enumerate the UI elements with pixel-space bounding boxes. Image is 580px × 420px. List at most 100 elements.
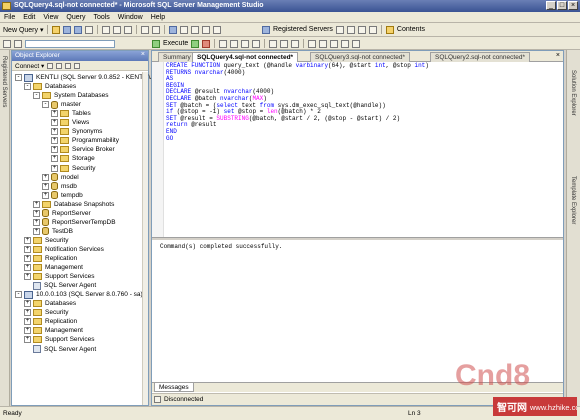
- expand-icon[interactable]: +: [42, 182, 49, 190]
- close-document-icon[interactable]: ×: [556, 52, 560, 59]
- tree-scrollbar[interactable]: [142, 72, 148, 405]
- tree-node[interactable]: + Security: [24, 308, 68, 317]
- cut-icon[interactable]: [102, 25, 111, 34]
- tree-node[interactable]: + Support Services: [24, 272, 95, 281]
- tree-node[interactable]: + Databases: [24, 299, 76, 308]
- expand-icon[interactable]: +: [42, 173, 49, 181]
- expand-icon[interactable]: +: [24, 245, 31, 253]
- tree-node[interactable]: - System Databases: [33, 91, 109, 100]
- menu-query[interactable]: Query: [62, 12, 89, 21]
- tree-node[interactable]: + Storage: [51, 154, 95, 163]
- display-plan-icon[interactable]: [219, 39, 228, 48]
- collapse-icon[interactable]: -: [33, 92, 40, 100]
- template-explorer-tab[interactable]: Template Explorer: [570, 176, 576, 224]
- tree-node[interactable]: + Security: [24, 236, 68, 245]
- expand-icon[interactable]: +: [24, 309, 31, 317]
- comment-icon[interactable]: [308, 39, 317, 48]
- tree-node[interactable]: SQL Server Agent: [24, 345, 96, 354]
- expand-icon[interactable]: +: [24, 255, 31, 262]
- tab-messages[interactable]: Messages: [154, 383, 194, 392]
- expand-icon[interactable]: +: [24, 336, 31, 344]
- expand-icon[interactable]: +: [24, 327, 31, 335]
- expand-icon[interactable]: +: [51, 155, 58, 163]
- sql-code-editor[interactable]: CREATE FUNCTION query_text (@handle varb…: [166, 62, 556, 233]
- tree-node[interactable]: + Management: [24, 326, 83, 335]
- results-to-text-icon[interactable]: [269, 39, 278, 48]
- change-connection-icon[interactable]: [14, 39, 22, 48]
- tree-node[interactable]: + Security: [51, 164, 95, 173]
- expand-icon[interactable]: +: [51, 119, 58, 127]
- collapse-icon[interactable]: -: [42, 101, 49, 109]
- tab-sqlquery3[interactable]: SQLQuery3.sql-not connected*: [310, 52, 410, 62]
- menu-edit[interactable]: Edit: [19, 12, 39, 21]
- options-icon[interactable]: [357, 25, 366, 34]
- template-icon[interactable]: [202, 25, 211, 34]
- maximize-button[interactable]: □: [557, 1, 567, 10]
- tree-node[interactable]: - 10.0.0.103 (SQL Server 8.0.760 - sa): [15, 290, 143, 299]
- expand-icon[interactable]: +: [33, 200, 40, 208]
- print-icon[interactable]: [85, 25, 94, 34]
- tree-node[interactable]: + Notification Services: [24, 245, 104, 254]
- tree-node[interactable]: + Database Snapshots: [33, 200, 114, 209]
- stop-icon[interactable]: [56, 62, 63, 69]
- object-explorer-icon[interactable]: [180, 25, 189, 34]
- connect-icon[interactable]: [3, 39, 11, 48]
- open-icon[interactable]: [52, 25, 61, 34]
- results-to-file-icon[interactable]: [291, 39, 300, 48]
- expand-icon[interactable]: +: [33, 227, 40, 235]
- registered-servers-tab[interactable]: Registered Servers: [1, 56, 7, 107]
- save-icon[interactable]: [63, 25, 72, 34]
- list-icon[interactable]: [368, 25, 377, 34]
- tree-node[interactable]: + Views: [51, 118, 89, 127]
- toolbox-icon[interactable]: [213, 25, 222, 34]
- expand-icon[interactable]: +: [51, 164, 58, 172]
- expand-icon[interactable]: +: [51, 128, 58, 136]
- tree-node[interactable]: + Programmability: [51, 136, 119, 145]
- tree-node[interactable]: + Management: [24, 263, 83, 272]
- paste-icon[interactable]: [124, 25, 133, 34]
- close-button[interactable]: ×: [568, 1, 578, 10]
- filter-icon[interactable]: [65, 62, 72, 69]
- undo-icon[interactable]: [141, 25, 150, 34]
- disconnect-icon[interactable]: [47, 62, 54, 69]
- tree-node[interactable]: + model: [42, 173, 79, 182]
- tree-node[interactable]: - master: [42, 100, 81, 109]
- tree-node[interactable]: + tempdb: [42, 191, 83, 200]
- increase-indent-icon[interactable]: [341, 39, 350, 48]
- solution-explorer-tab[interactable]: Solution Explorer: [570, 70, 576, 116]
- expand-icon[interactable]: +: [33, 218, 40, 226]
- tree-node[interactable]: + Tables: [51, 109, 91, 118]
- copy-icon[interactable]: [113, 25, 122, 34]
- uncomment-icon[interactable]: [319, 39, 328, 48]
- client-stats-icon[interactable]: [252, 39, 261, 48]
- new-query-button[interactable]: New Query ▾: [3, 26, 43, 34]
- expand-icon[interactable]: +: [24, 236, 31, 244]
- expand-icon[interactable]: +: [24, 273, 31, 281]
- include-plan-icon[interactable]: [241, 39, 250, 48]
- save-all-icon[interactable]: [74, 25, 83, 34]
- expand-icon[interactable]: +: [24, 300, 31, 308]
- menu-help[interactable]: Help: [147, 12, 169, 21]
- tab-summary[interactable]: Summary: [158, 52, 196, 62]
- expand-icon[interactable]: +: [24, 264, 31, 272]
- minimize-button[interactable]: _: [546, 1, 556, 10]
- expand-icon[interactable]: +: [42, 191, 49, 199]
- menu-tools[interactable]: Tools: [89, 12, 113, 21]
- expand-icon[interactable]: +: [24, 318, 31, 326]
- object-explorer-small-icon[interactable]: [335, 25, 344, 34]
- tree-node[interactable]: + TestDB: [33, 227, 73, 236]
- tab-sqlquery4[interactable]: SQLQuery4.sql-not connected*: [192, 52, 299, 62]
- execute-button[interactable]: Execute: [163, 40, 188, 47]
- tree-node[interactable]: SQL Server Agent: [24, 281, 96, 290]
- menu-view[interactable]: View: [39, 12, 62, 21]
- expand-icon[interactable]: +: [51, 137, 58, 145]
- query-options-icon[interactable]: [230, 39, 239, 48]
- menu-file[interactable]: File: [0, 12, 19, 21]
- properties-icon[interactable]: [191, 25, 200, 34]
- tree-node[interactable]: + Service Broker: [51, 145, 115, 154]
- tree-node[interactable]: + Synonyms: [51, 127, 102, 136]
- redo-icon[interactable]: [152, 25, 161, 34]
- collapse-icon[interactable]: -: [24, 83, 31, 91]
- tree-node[interactable]: + ReportServerTempDB: [33, 218, 116, 227]
- decrease-indent-icon[interactable]: [330, 39, 339, 48]
